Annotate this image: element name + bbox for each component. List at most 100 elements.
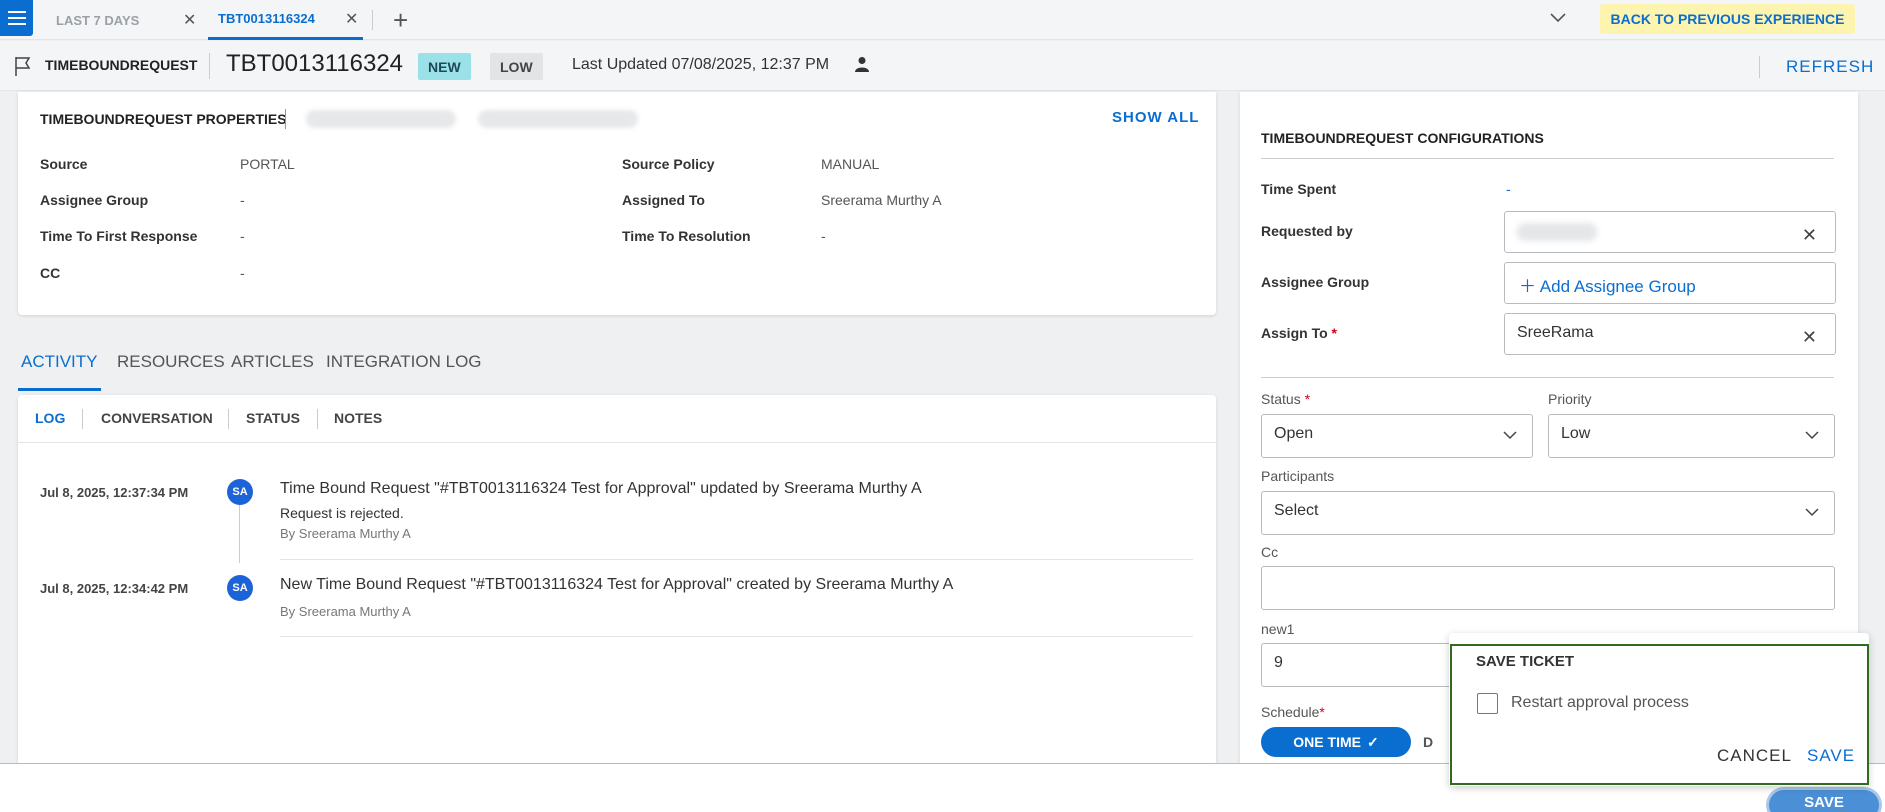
subtab-divider — [82, 409, 83, 429]
schedule-one-time-label: ONE TIME — [1293, 734, 1361, 750]
property-label: Source — [40, 156, 88, 172]
close-icon[interactable]: ✕ — [183, 10, 196, 30]
required-mark: * — [1319, 704, 1325, 720]
property-value: - — [240, 265, 245, 281]
refresh-button[interactable]: REFRESH — [1786, 57, 1874, 77]
popup-save-button[interactable]: SAVE — [1807, 746, 1855, 766]
tab-activity[interactable]: ACTIVITY — [21, 352, 98, 372]
popup-title: SAVE TICKET — [1476, 653, 1575, 670]
tab-label: TBT0013116324 — [218, 11, 315, 26]
log-entry-title: New Time Bound Request "#TBT0013116324 T… — [280, 576, 954, 593]
requested-by-field[interactable]: ✕ — [1504, 211, 1836, 253]
cancel-button[interactable]: CANCEL — [1717, 746, 1792, 766]
divider — [18, 442, 1216, 443]
clear-icon[interactable]: ✕ — [1802, 225, 1817, 246]
subtab-log[interactable]: LOG — [35, 410, 65, 426]
priority-value: Low — [1561, 425, 1591, 442]
clear-icon[interactable]: ✕ — [1802, 327, 1817, 348]
add-assignee-group-label: Add Assignee Group — [1539, 277, 1696, 296]
required-mark: * — [1304, 391, 1311, 407]
log-card: LOG CONVERSATION STATUS NOTES Jul 8, 202… — [18, 395, 1216, 765]
priority-select[interactable]: Low — [1548, 414, 1835, 458]
record-header: TIMEBOUNDREQUEST TBT0013116324 NEW LOW L… — [0, 41, 1885, 91]
log-entry-author: By Sreerama Murthy A — [280, 604, 411, 619]
priority-label: Priority — [1548, 391, 1592, 407]
log-timestamp: Jul 8, 2025, 12:37:34 PM — [40, 485, 189, 500]
title-divider — [285, 109, 286, 129]
show-all-button[interactable]: SHOW ALL — [1112, 109, 1199, 126]
log-timestamp: Jul 8, 2025, 12:34:42 PM — [40, 581, 189, 596]
subtab-divider — [228, 409, 229, 429]
tab-integration-log[interactable]: INTEGRATION LOG — [326, 352, 482, 372]
property-label: CC — [40, 265, 61, 281]
status-select[interactable]: Open — [1261, 414, 1533, 458]
divider — [1261, 377, 1834, 378]
add-assignee-group-button[interactable]: ＋ Add Assignee Group — [1504, 262, 1836, 304]
hamburger-menu-icon[interactable] — [0, 0, 33, 36]
chevron-down-icon — [1503, 431, 1517, 440]
schedule-other-option[interactable]: D — [1423, 734, 1433, 750]
configurations-title: TIMEBOUNDREQUEST CONFIGURATIONS — [1261, 130, 1544, 146]
redacted-text — [306, 110, 456, 128]
avatar: SA — [227, 479, 253, 505]
header-divider — [1759, 56, 1760, 78]
divider — [280, 559, 1193, 560]
restart-approval-checkbox[interactable] — [1477, 693, 1498, 714]
schedule-one-time-option[interactable]: ONE TIME ✓ — [1261, 727, 1411, 757]
add-tab-icon[interactable]: + — [393, 5, 408, 36]
person-icon[interactable] — [855, 56, 869, 72]
chevron-down-icon[interactable] — [1549, 8, 1567, 26]
property-label: Time To First Response — [40, 228, 198, 244]
back-to-previous-experience-button[interactable]: BACK TO PREVIOUS EXPERIENCE — [1600, 4, 1855, 34]
subtab-notes[interactable]: NOTES — [334, 410, 382, 426]
restart-approval-label[interactable]: Restart approval process — [1511, 694, 1689, 712]
tab-last-7-days[interactable]: LAST 7 DAYS ✕ — [56, 0, 206, 40]
subtab-divider — [317, 409, 318, 429]
avatar: SA — [227, 575, 253, 601]
status-label: Status * — [1261, 391, 1311, 407]
save-button[interactable]: SAVE — [1769, 790, 1879, 812]
redacted-text — [1517, 223, 1597, 241]
property-value: MANUAL — [821, 156, 880, 172]
schedule-label: Schedule* — [1261, 704, 1325, 720]
property-value: - — [240, 228, 245, 244]
tab-ticket[interactable]: TBT0013116324 ✕ — [208, 0, 363, 40]
tab-resources[interactable]: RESOURCES — [117, 352, 225, 372]
active-tab-indicator — [18, 388, 101, 391]
participants-select[interactable]: Select — [1261, 491, 1835, 535]
redacted-text — [478, 110, 638, 128]
assign-to-value: SreeRama — [1517, 324, 1594, 341]
status-value: Open — [1274, 425, 1314, 442]
participants-label: Participants — [1261, 468, 1335, 484]
assign-to-field[interactable]: SreeRama ✕ — [1504, 313, 1836, 355]
cc-input[interactable] — [1261, 566, 1835, 610]
divider — [1261, 158, 1834, 159]
requested-by-label: Requested by — [1261, 223, 1353, 239]
property-value: Sreerama Murthy A — [821, 192, 942, 208]
last-updated-text: Last Updated 07/08/2025, 12:37 PM — [572, 56, 830, 73]
log-entry-detail: Request is rejected. — [280, 505, 404, 521]
chevron-down-icon — [1805, 431, 1819, 440]
tab-divider — [372, 10, 373, 30]
property-value: - — [821, 228, 826, 244]
assignee-group-label: Assignee Group — [1261, 274, 1370, 290]
log-entry-title: Time Bound Request "#TBT0013116324 Test … — [280, 480, 922, 497]
property-label: Source Policy — [622, 156, 715, 172]
close-icon[interactable]: ✕ — [345, 9, 358, 29]
status-badge: NEW — [418, 53, 471, 80]
tab-articles[interactable]: ARTICLES — [231, 352, 314, 372]
property-label: Assigned To — [622, 192, 705, 208]
subtab-status[interactable]: STATUS — [246, 410, 300, 426]
cc-label: Cc — [1261, 544, 1279, 560]
properties-card: TIMEBOUNDREQUEST PROPERTIES SHOW ALL Sou… — [18, 92, 1216, 315]
chevron-down-icon — [1805, 508, 1819, 517]
flag-icon — [15, 57, 31, 76]
header-divider — [209, 53, 210, 79]
property-label: Time To Resolution — [622, 228, 751, 244]
time-spent-label: Time Spent — [1261, 181, 1337, 197]
subtab-conversation[interactable]: CONVERSATION — [101, 410, 213, 426]
time-spent-value: - — [1506, 181, 1511, 197]
properties-title: TIMEBOUNDREQUEST PROPERTIES — [40, 111, 287, 127]
new1-label: new1 — [1261, 621, 1295, 637]
check-icon: ✓ — [1366, 733, 1379, 750]
